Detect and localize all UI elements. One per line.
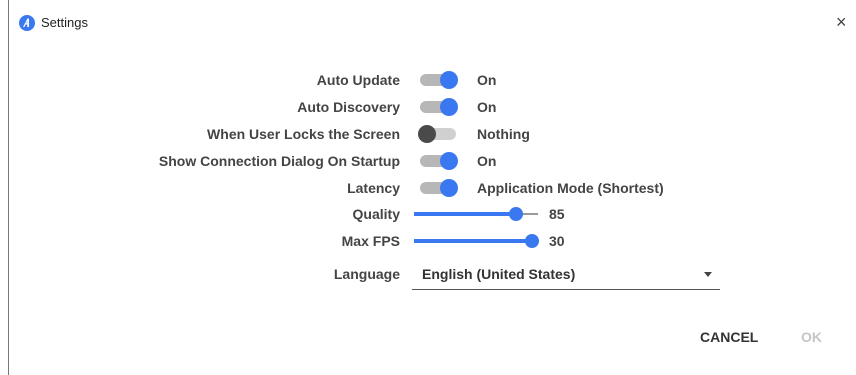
setting-row-latency: Latency Application Mode (Shortest) — [0, 176, 856, 200]
setting-row-auto-update: Auto Update On — [0, 68, 856, 92]
cancel-button[interactable]: CANCEL — [700, 325, 758, 349]
auto-update-toggle[interactable] — [418, 71, 458, 89]
slider-thumb[interactable] — [508, 207, 523, 221]
quality-value: 85 — [549, 206, 565, 222]
language-dropdown[interactable]: English (United States) — [412, 261, 720, 290]
lock-screen-toggle[interactable] — [418, 125, 458, 143]
connection-dialog-label: Show Connection Dialog On Startup — [158, 153, 400, 169]
latency-value: Application Mode (Shortest) — [477, 180, 664, 196]
toggle-knob — [440, 152, 458, 170]
latency-label: Latency — [347, 180, 400, 196]
setting-row-max-fps: Max FPS 30 — [0, 229, 856, 253]
toggle-knob — [440, 71, 458, 89]
slider-fill — [414, 212, 516, 216]
auto-discovery-value: On — [477, 99, 497, 115]
setting-row-language: Language English (United States) — [0, 261, 856, 291]
language-selected: English (United States) — [422, 266, 576, 282]
close-icon[interactable]: × — [836, 13, 847, 31]
connection-dialog-toggle[interactable] — [418, 152, 458, 170]
setting-row-connection-dialog: Show Connection Dialog On Startup On — [0, 149, 856, 173]
auto-discovery-toggle[interactable] — [418, 98, 458, 116]
setting-row-quality: Quality 85 — [0, 202, 856, 226]
latency-toggle[interactable] — [418, 179, 458, 197]
toggle-knob — [440, 98, 458, 116]
toggle-knob — [440, 179, 458, 197]
language-label: Language — [333, 266, 400, 282]
max-fps-label: Max FPS — [341, 233, 400, 249]
max-fps-slider[interactable] — [414, 233, 539, 249]
auto-update-value: On — [477, 72, 497, 88]
quality-label: Quality — [352, 206, 400, 222]
lock-screen-value: Nothing — [477, 126, 530, 142]
setting-row-lock-screen: When User Locks the Screen Nothing — [0, 122, 856, 146]
lock-screen-label: When User Locks the Screen — [207, 126, 400, 142]
slider-fill — [414, 239, 532, 243]
max-fps-value: 30 — [549, 233, 565, 249]
slider-thumb[interactable] — [524, 234, 539, 248]
toggle-knob — [418, 125, 436, 143]
connection-dialog-value: On — [477, 153, 497, 169]
auto-update-label: Auto Update — [316, 72, 400, 88]
quality-slider[interactable] — [414, 206, 538, 222]
app-logo-icon — [19, 15, 35, 31]
chevron-down-icon — [704, 272, 712, 277]
auto-discovery-label: Auto Discovery — [297, 99, 400, 115]
setting-row-auto-discovery: Auto Discovery On — [0, 95, 856, 119]
title-bar: Settings × — [0, 0, 856, 40]
window-title: Settings — [41, 15, 88, 30]
ok-button[interactable]: OK — [801, 325, 822, 349]
